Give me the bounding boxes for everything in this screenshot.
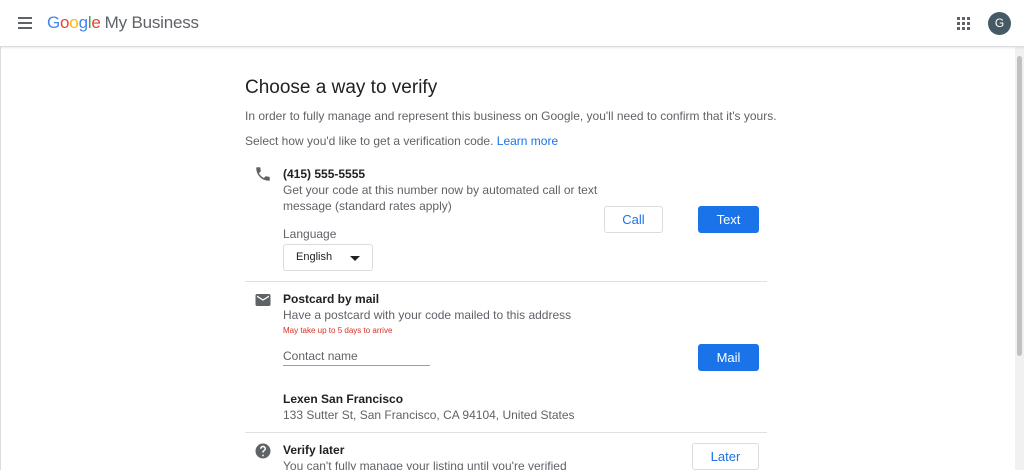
phone-description-line2: message (standard rates apply) — [283, 199, 452, 213]
intro-text: In order to fully manage and represent t… — [245, 109, 777, 123]
language-label: Language — [283, 227, 337, 241]
select-prompt: Select how you'd like to get a verificat… — [245, 134, 559, 148]
learn-more-link[interactable]: Learn more — [497, 134, 558, 148]
phone-description-line1: Get your code at this number now by auto… — [283, 183, 598, 197]
section-divider — [245, 281, 767, 282]
account-avatar[interactable]: G — [988, 12, 1011, 35]
mail-title: Postcard by mail — [283, 292, 380, 306]
content-border — [0, 47, 1, 470]
app-header: Google My Business G — [0, 0, 1024, 47]
menu-icon[interactable] — [16, 14, 36, 32]
dropdown-caret-icon — [350, 256, 360, 261]
language-selected-value: English — [296, 251, 333, 263]
section-divider — [245, 432, 767, 433]
call-button[interactable]: Call — [604, 206, 663, 233]
mail-button[interactable]: Mail — [698, 344, 759, 371]
page-title: Choose a way to verify — [245, 77, 438, 98]
business-name: Lexen San Francisco — [283, 392, 404, 406]
verify-later-title: Verify later — [283, 443, 345, 457]
scrollbar-thumb[interactable] — [1017, 56, 1022, 356]
mail-icon — [255, 294, 271, 306]
language-select[interactable]: English — [283, 244, 373, 271]
mail-description: Have a postcard with your code mailed to… — [283, 308, 572, 322]
apps-grid-icon[interactable] — [957, 17, 971, 31]
mail-warning: May take up to 5 days to arrive — [283, 326, 393, 335]
verify-later-description: You can't fully manage your listing unti… — [283, 459, 567, 470]
google-my-business-logo[interactable]: Google My Business — [47, 13, 199, 33]
business-address: 133 Sutter St, San Francisco, CA 94104, … — [283, 408, 575, 422]
later-button[interactable]: Later — [692, 443, 759, 470]
text-button[interactable]: Text — [698, 206, 759, 233]
contact-name-input[interactable] — [283, 346, 430, 366]
phone-icon — [256, 167, 270, 181]
help-icon — [255, 443, 271, 459]
phone-number: (415) 555-5555 — [283, 167, 366, 181]
